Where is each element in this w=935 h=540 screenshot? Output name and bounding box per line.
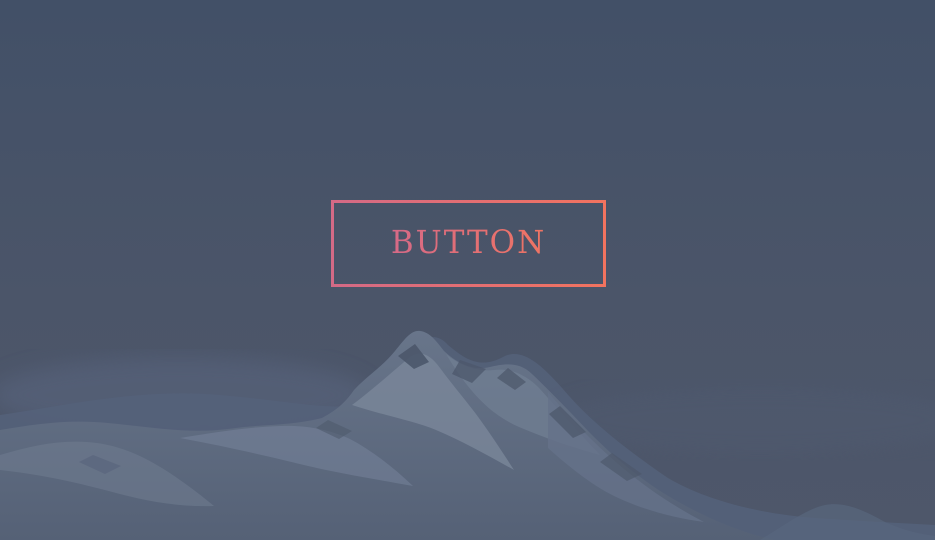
page-background: BUTTON xyxy=(0,0,935,540)
primary-button[interactable]: BUTTON xyxy=(331,200,606,287)
button-label: BUTTON xyxy=(390,224,547,262)
